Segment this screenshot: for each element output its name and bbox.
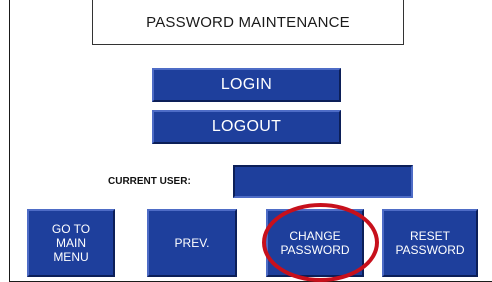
page-title: PASSWORD MAINTENANCE [92,0,404,45]
login-button[interactable]: LOGIN [152,68,341,102]
current-user-field [233,165,413,198]
prev-button[interactable]: PREV. [147,209,237,277]
logout-button[interactable]: LOGOUT [152,110,341,144]
go-to-main-menu-button[interactable]: GO TO MAIN MENU [27,209,115,277]
current-user-label: CURRENT USER: [108,176,191,187]
change-password-button[interactable]: CHANGE PASSWORD [266,209,364,277]
reset-password-button[interactable]: RESET PASSWORD [382,209,478,277]
